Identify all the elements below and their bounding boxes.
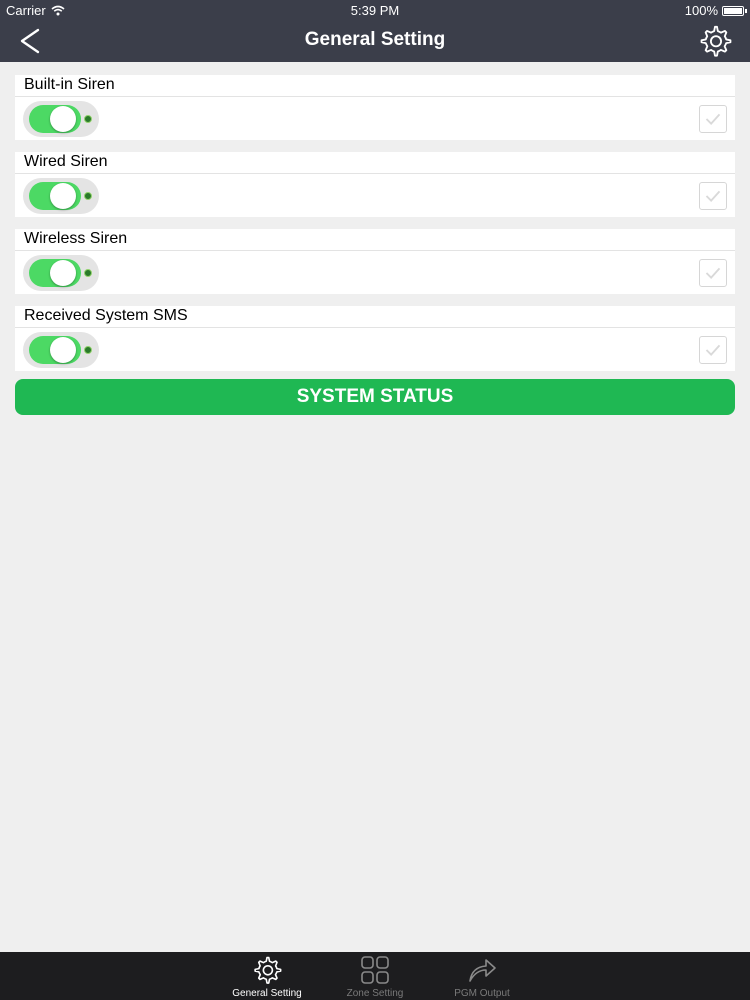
tab-label: General Setting: [232, 988, 302, 999]
built-in-siren-checkbox[interactable]: [699, 105, 727, 133]
setting-label: Received System SMS: [15, 306, 735, 328]
setting-row: [15, 251, 735, 294]
status-time: 5:39 PM: [350, 3, 400, 18]
gear-icon: [254, 956, 282, 984]
tab-general-setting[interactable]: General Setting: [217, 955, 317, 999]
setting-label: Wireless Siren: [15, 229, 735, 251]
page-title: General Setting: [304, 29, 446, 50]
received-system-sms-toggle[interactable]: [23, 332, 99, 368]
battery-icon: [722, 5, 747, 16]
wired-siren-checkbox[interactable]: [699, 182, 727, 210]
battery-indicator: 100%: [684, 3, 747, 18]
gear-icon[interactable]: [698, 24, 732, 58]
wireless-siren-toggle[interactable]: [23, 255, 99, 291]
wireless-siren-checkbox[interactable]: [699, 259, 727, 287]
setting-row: [15, 174, 735, 217]
tab-pgm-output[interactable]: PGM Output: [432, 955, 532, 999]
tab-label: Zone Setting: [346, 988, 404, 999]
share-arrow-icon: [469, 959, 496, 982]
status-dot-icon: [84, 115, 92, 123]
status-dot-icon: [84, 269, 92, 277]
nav-bar: General Setting: [0, 20, 750, 62]
status-dot-icon: [84, 192, 92, 200]
built-in-siren-toggle[interactable]: [23, 101, 99, 137]
setting-wireless-siren: Wireless Siren: [15, 229, 735, 294]
wired-siren-toggle[interactable]: [23, 178, 99, 214]
received-system-sms-checkbox[interactable]: [699, 336, 727, 364]
status-bar: Carrier 5:39 PM 100%: [0, 0, 750, 20]
status-dot-icon: [84, 346, 92, 354]
setting-label: Built-in Siren: [15, 75, 735, 97]
setting-row: [15, 328, 735, 371]
setting-wired-siren: Wired Siren: [15, 152, 735, 217]
tab-zone-setting[interactable]: Zone Setting: [325, 955, 425, 999]
tab-bar: General Setting Zone Setting PGM Output: [0, 952, 750, 1000]
setting-row: [15, 97, 735, 140]
setting-label: Wired Siren: [15, 152, 735, 174]
battery-percent: 100%: [684, 3, 718, 18]
setting-received-system-sms: Received System SMS: [15, 306, 735, 371]
tab-label: PGM Output: [454, 988, 510, 999]
system-status-button[interactable]: SYSTEM STATUS: [15, 379, 735, 415]
grid-icon: [361, 956, 389, 984]
setting-built-in-siren: Built-in Siren: [15, 75, 735, 140]
settings-list: Built-in Siren Wired Siren Wireless Sire…: [15, 75, 735, 415]
